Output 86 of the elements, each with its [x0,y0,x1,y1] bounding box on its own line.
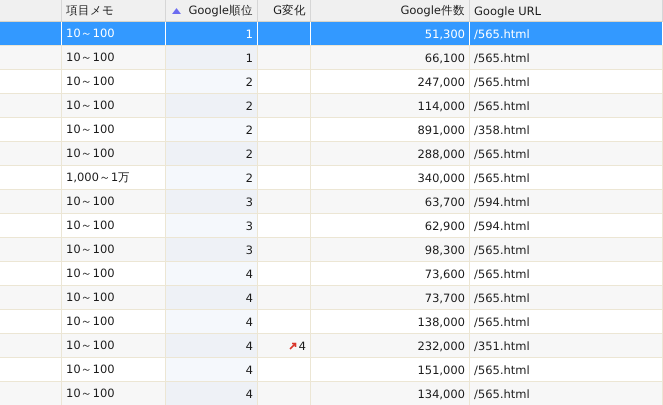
column-header[interactable]: Google順位 [166,0,258,21]
rank-cell: 1 [246,26,253,40]
rank-cell: 4 [246,362,253,376]
url-cell: /565.html [474,170,530,184]
memo-cell: 10～100 [66,290,115,305]
memo-cell: 1,000～1万 [66,170,130,185]
url-cell: /565.html [474,98,530,112]
table-row[interactable]: 10～100 2 891,000 /358.html [0,118,663,142]
rank-cell: 4 [246,314,253,328]
table-row[interactable]: 10～100 2 247,000 /565.html [0,70,663,94]
count-cell: 73,700 [424,290,465,304]
rank-cell: 2 [246,146,253,160]
memo-cell: 10～100 [66,50,115,65]
url-cell: /358.html [474,122,530,136]
table-row[interactable]: 10～100 3 62,900 /594.html [0,214,663,238]
memo-cell: 10～100 [66,386,115,401]
url-cell: /565.html [474,314,530,328]
url-cell: /565.html [474,362,530,376]
count-cell: 98,300 [424,242,465,256]
memo-cell: 10～100 [66,314,115,329]
table-row[interactable]: 10～100 4 138,000 /565.html [0,310,663,334]
table-row[interactable]: 10～100 2 288,000 /565.html [0,142,663,166]
url-cell: /565.html [474,242,530,256]
count-cell: 134,000 [417,386,465,400]
table-row[interactable]: 10～100 4 151,000 /565.html [0,358,663,382]
memo-cell: 10～100 [66,98,115,113]
count-cell: 891,000 [417,122,465,136]
rank-cell: 1 [246,50,253,64]
url-cell: /351.html [474,338,530,352]
memo-cell: 10～100 [66,242,115,257]
url-cell: /594.html [474,194,530,208]
count-cell: 340,000 [417,170,465,184]
table-row[interactable]: 10～100 1 66,100 /565.html [0,46,663,70]
table-row[interactable]: 10～100 3 98,300 /565.html [0,238,663,262]
column-header[interactable]: 項目メモ [62,0,166,21]
rank-cell: 4 [246,290,253,304]
count-cell: 51,300 [424,26,465,40]
count-cell: 66,100 [424,50,465,64]
table-row[interactable]: 10～100 4 4 232,000 /351.html [0,334,663,358]
rank-cell: 3 [246,242,253,256]
rank-cell: 4 [246,338,253,352]
table-row[interactable]: 1,000～1万 2 340,000 /565.html [0,166,663,190]
count-cell: 288,000 [417,146,465,160]
count-cell: 63,700 [424,194,465,208]
column-header[interactable]: G変化 [258,0,311,21]
memo-cell: 10～100 [66,266,115,281]
memo-cell: 10～100 [66,146,115,161]
table-row[interactable]: 10～100 2 114,000 /565.html [0,94,663,118]
memo-cell: 10～100 [66,122,115,137]
rank-cell: 2 [246,98,253,112]
table-row[interactable]: 10～100 4 134,000 /565.html [0,382,663,405]
url-cell: /565.html [474,266,530,280]
count-cell: 73,600 [424,266,465,280]
sort-arrow-icon [172,8,181,14]
table-row[interactable]: 10～100 4 73,600 /565.html [0,262,663,286]
table-row[interactable]: 10～100 3 63,700 /594.html [0,190,663,214]
rank-cell: 2 [246,74,253,88]
url-cell: /594.html [474,218,530,232]
rank-cell: 4 [246,386,253,400]
url-cell: /565.html [474,386,530,400]
count-cell: 151,000 [417,362,465,376]
rank-cell: 3 [246,194,253,208]
rank-cell: 4 [246,266,253,280]
memo-cell: 10～100 [66,74,115,89]
count-cell: 114,000 [417,98,465,112]
count-cell: 232,000 [417,338,465,352]
rank-cell: 2 [246,170,253,184]
table-row[interactable]: 10～100 4 73,700 /565.html [0,286,663,310]
url-cell: /565.html [474,26,530,40]
change-cell: 4 [298,338,306,352]
column-header[interactable]: Google URL [470,0,663,21]
memo-cell: 10～100 [66,194,115,209]
count-cell: 138,000 [417,314,465,328]
memo-cell: 10～100 [66,362,115,377]
count-cell: 62,900 [424,218,465,232]
count-cell: 247,000 [417,74,465,88]
column-header[interactable]: Google件数 [311,0,470,21]
url-cell: /565.html [474,146,530,160]
memo-cell: 10～100 [66,26,115,41]
memo-cell: 10～100 [66,218,115,233]
url-cell: /565.html [474,50,530,64]
url-cell: /565.html [474,290,530,304]
rank-cell: 2 [246,122,253,136]
rank-cell: 3 [246,218,253,232]
memo-cell: 10～100 [66,338,115,353]
url-cell: /565.html [474,74,530,88]
